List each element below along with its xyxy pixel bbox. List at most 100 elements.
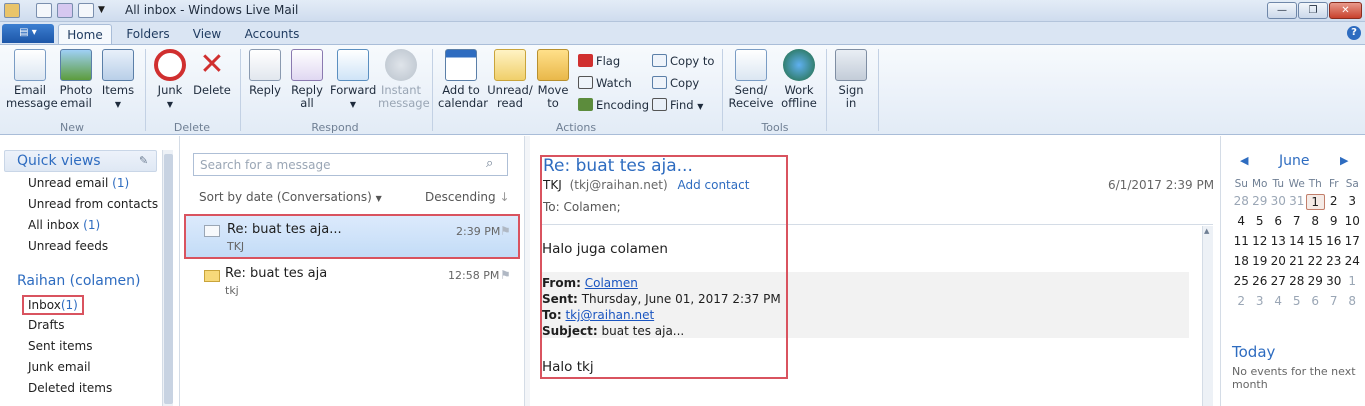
- customize-toolbar-icon[interactable]: ▼: [98, 3, 110, 18]
- sort-order-button[interactable]: Descending ↓: [425, 190, 510, 204]
- person-icon: [835, 49, 867, 81]
- minimize-button[interactable]: —: [1267, 2, 1297, 19]
- chevron-down-icon: ▼: [349, 100, 357, 109]
- message-row[interactable]: Re: buat tes aja... TKJ 2:39 PM ⚑: [184, 214, 520, 259]
- folder-pane-scrollbar[interactable]: [162, 150, 173, 406]
- sort-dropdown[interactable]: Sort by date (Conversations) ▼: [199, 190, 382, 204]
- new-mail-icon[interactable]: [36, 3, 52, 18]
- move-to-button[interactable]: Move to: [536, 49, 570, 110]
- junk-button[interactable]: Junk ▼: [152, 49, 188, 111]
- opened-envelope-icon: [204, 225, 220, 237]
- calendar-week[interactable]: 4 5 6 7 8 9 10: [1232, 214, 1362, 228]
- tab-view[interactable]: View: [184, 24, 230, 45]
- reply-icon: [249, 49, 281, 81]
- tab-folders[interactable]: Folders: [120, 24, 176, 45]
- ribbon-divider: [145, 49, 146, 131]
- send-receive-button[interactable]: Send/ Receive: [727, 49, 775, 110]
- folder-inbox[interactable]: Inbox(1): [22, 295, 84, 315]
- tab-home[interactable]: Home: [58, 24, 112, 45]
- group-new-label: New: [60, 121, 84, 134]
- today-date: 1: [1306, 194, 1325, 210]
- app-icon[interactable]: [4, 3, 20, 18]
- encoding-icon: [578, 98, 593, 111]
- calendar-week[interactable]: 25 26 27 28 29 30 1: [1232, 274, 1362, 288]
- junk-icon: [154, 49, 186, 81]
- scroll-up-icon[interactable]: ▲: [1204, 227, 1209, 235]
- search-input[interactable]: Search for a message ⌕: [193, 153, 508, 176]
- forward-button[interactable]: Forward ▼: [330, 49, 376, 111]
- add-to-calendar-button[interactable]: Add to calendar: [438, 49, 488, 110]
- email-message-icon: [14, 49, 46, 81]
- tab-accounts[interactable]: Accounts: [240, 24, 304, 45]
- help-icon[interactable]: ?: [1347, 26, 1361, 40]
- message-row[interactable]: Re: buat tes aja tkj 12:58 PM ⚑: [184, 261, 520, 306]
- copy-to-icon: [652, 54, 667, 67]
- flag-button[interactable]: Flag: [578, 54, 620, 68]
- photo-email-button[interactable]: Photo email: [56, 49, 96, 110]
- person-icon: [385, 49, 417, 81]
- quick-view-unread-from-contacts[interactable]: Unread from contacts: [28, 197, 158, 211]
- instant-message-button[interactable]: Instant message: [378, 49, 430, 110]
- restore-button[interactable]: ❐: [1298, 2, 1328, 19]
- folder-drafts[interactable]: Drafts: [28, 318, 65, 332]
- folder-sent-items[interactable]: Sent items: [28, 339, 93, 353]
- chevron-down-icon: ▼: [114, 100, 122, 109]
- account-title[interactable]: Raihan (colamen): [17, 273, 140, 289]
- work-offline-button[interactable]: Work offline: [778, 49, 820, 110]
- ribbon-divider: [722, 49, 723, 131]
- delete-icon: ✕: [199, 47, 225, 82]
- title-bar: ▼ All inbox - Windows Live Mail — ❐ ✕: [0, 0, 1365, 22]
- ribbon-divider: [240, 49, 241, 131]
- reply-button[interactable]: Reply: [246, 49, 284, 97]
- copy-button[interactable]: Copy: [652, 76, 699, 90]
- reply-all-button[interactable]: Reply all: [288, 49, 326, 110]
- previous-month-icon[interactable]: ◀: [1240, 154, 1248, 167]
- today-heading: Today: [1232, 343, 1276, 361]
- calendar-week[interactable]: 2345678: [1232, 294, 1362, 308]
- highlight-box: [540, 155, 788, 379]
- folder-icon: [537, 49, 569, 81]
- calendar-week[interactable]: 11 12 13 14 15 16 17: [1232, 234, 1362, 248]
- today-events-text: No events for the next month: [1232, 365, 1356, 391]
- send-receive-icon[interactable]: [78, 3, 94, 18]
- unread-read-button[interactable]: Unread/ read: [487, 49, 533, 110]
- window-title: All inbox - Windows Live Mail: [125, 3, 299, 17]
- copy-icon: [652, 76, 667, 89]
- message-list-splitter[interactable]: [524, 136, 530, 406]
- calendar-week[interactable]: 28 29 30 31 1 2 3: [1232, 194, 1362, 210]
- ribbon-divider: [878, 49, 879, 131]
- reply-icon[interactable]: [57, 3, 73, 18]
- photo-email-icon: [60, 49, 92, 81]
- email-message-button[interactable]: Email message: [6, 49, 58, 110]
- quick-view-unread-feeds[interactable]: Unread feeds: [28, 239, 108, 253]
- folder-junk-email[interactable]: Junk email: [28, 360, 91, 374]
- calendar-icon: [445, 49, 477, 81]
- quick-view-all-inbox[interactable]: All inbox (1): [28, 218, 100, 232]
- copy-to-button[interactable]: Copy to: [652, 54, 714, 68]
- ribbon-divider: [826, 49, 827, 131]
- flag-icon[interactable]: ⚑: [500, 224, 511, 238]
- app-menu-button[interactable]: ▤ ▾: [2, 24, 54, 43]
- items-button[interactable]: Items ▼: [100, 49, 136, 111]
- quick-view-unread-email[interactable]: Unread email (1): [28, 176, 129, 190]
- unread-envelope-icon: [204, 270, 220, 282]
- quick-views-header[interactable]: Quick views ✎: [4, 150, 157, 172]
- sign-in-button[interactable]: Sign in: [834, 49, 868, 110]
- encoding-button[interactable]: Encoding: [578, 98, 649, 112]
- wrench-icon[interactable]: ✎: [139, 154, 148, 167]
- calendar-week[interactable]: 18 19 20 21 22 23 24: [1232, 254, 1362, 268]
- glasses-icon: [578, 76, 593, 89]
- next-month-icon[interactable]: ▶: [1340, 154, 1348, 167]
- send-receive-icon: [735, 49, 767, 81]
- calendar-weekdays: Su Mo Tu We Th Fr Sa: [1234, 178, 1359, 190]
- folder-deleted-items[interactable]: Deleted items: [28, 381, 112, 395]
- search-icon[interactable]: ⌕: [486, 156, 493, 171]
- delete-button[interactable]: ✕ Delete: [192, 49, 232, 97]
- flag-icon: [578, 54, 593, 67]
- flag-icon[interactable]: ⚑: [500, 268, 511, 282]
- find-button[interactable]: Find ▼: [652, 98, 703, 114]
- watch-button[interactable]: Watch: [578, 76, 632, 90]
- close-button[interactable]: ✕: [1329, 2, 1362, 19]
- reading-pane-scrollbar[interactable]: ▲: [1202, 226, 1213, 406]
- message-date: 6/1/2017 2:39 PM: [1108, 178, 1215, 192]
